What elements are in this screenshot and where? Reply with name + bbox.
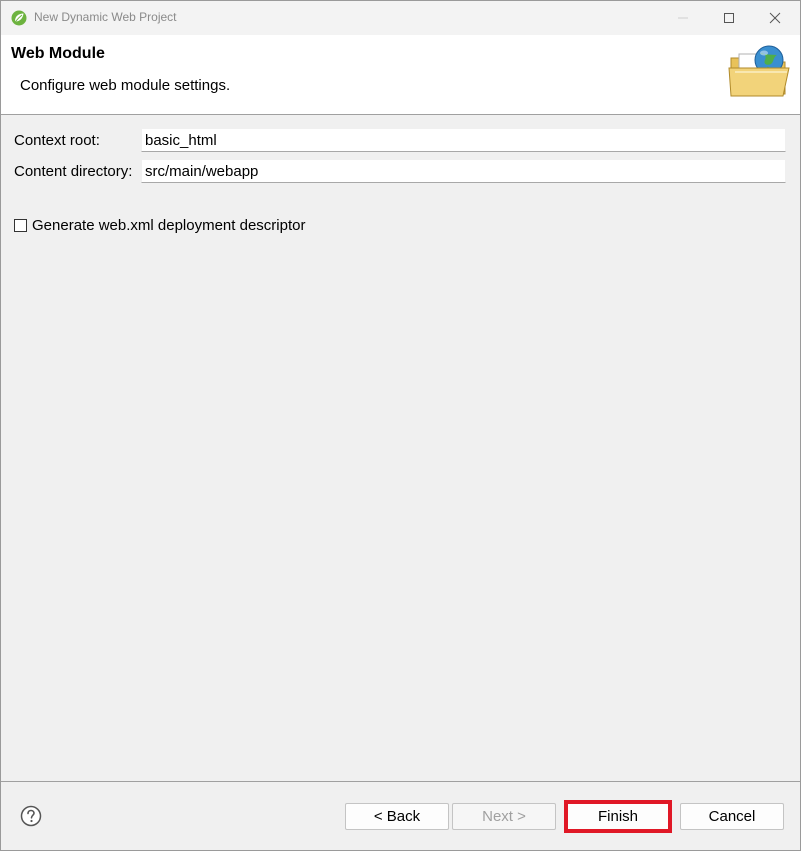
web-folder-globe-icon xyxy=(728,45,790,97)
close-window-button[interactable] xyxy=(752,1,798,35)
minimize-icon xyxy=(678,17,688,19)
context-root-input[interactable] xyxy=(141,128,786,152)
spring-leaf-icon xyxy=(11,10,27,26)
dialog-window: New Dynamic Web Project Web Module Confi… xyxy=(0,0,801,851)
finish-button[interactable]: Finish xyxy=(564,800,672,833)
content-directory-label: Content directory: xyxy=(14,163,133,180)
help-icon[interactable] xyxy=(20,805,42,827)
minimize-button[interactable] xyxy=(660,1,706,35)
window-title: New Dynamic Web Project xyxy=(34,10,177,24)
page-description: Configure web module settings. xyxy=(20,77,231,94)
footer-divider xyxy=(1,781,800,782)
maximize-icon xyxy=(724,13,734,23)
back-button[interactable]: < Back xyxy=(345,803,449,830)
cancel-button[interactable]: Cancel xyxy=(680,803,784,830)
next-button[interactable]: Next > xyxy=(452,803,556,830)
title-bar: New Dynamic Web Project xyxy=(1,1,800,35)
maximize-button[interactable] xyxy=(706,1,752,35)
wizard-header: Web Module Configure web module settings… xyxy=(1,35,800,115)
context-root-label: Context root: xyxy=(14,132,100,149)
generate-webxml-label: Generate web.xml deployment descriptor xyxy=(32,216,306,234)
close-icon xyxy=(769,12,781,24)
content-directory-input[interactable] xyxy=(141,159,786,183)
generate-webxml-checkbox[interactable] xyxy=(14,218,27,232)
page-title: Web Module xyxy=(11,45,105,62)
generate-webxml-option[interactable]: Generate web.xml deployment descriptor xyxy=(14,215,305,235)
